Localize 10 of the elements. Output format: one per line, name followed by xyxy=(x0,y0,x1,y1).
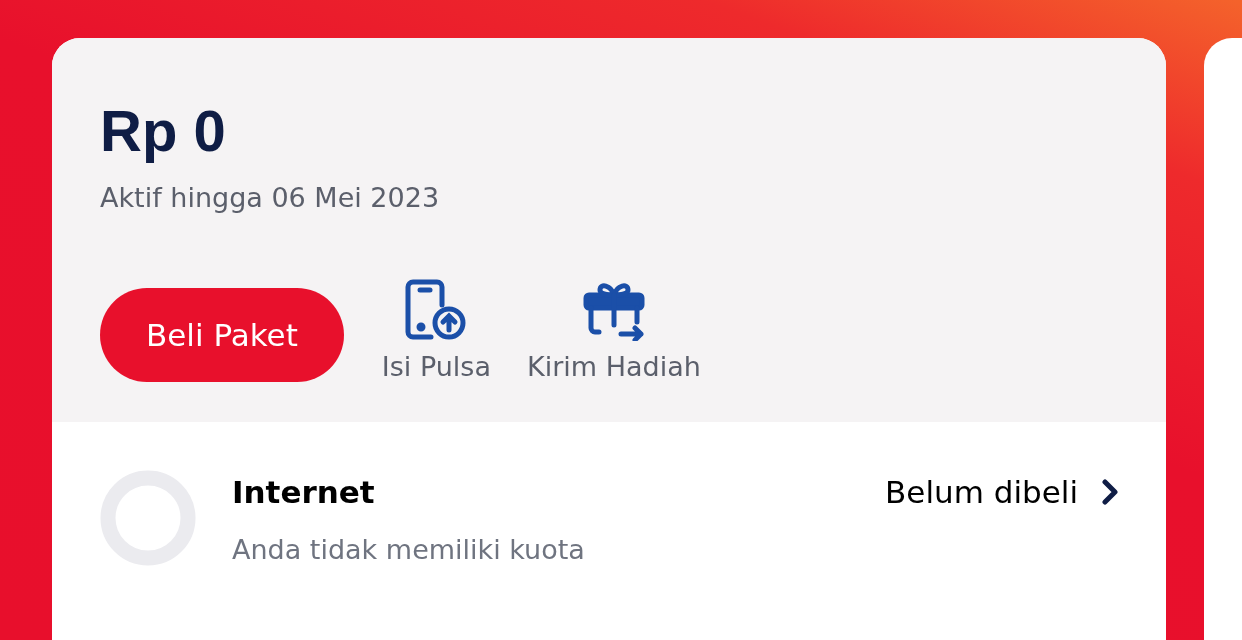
quota-status-link[interactable]: Belum dibeli xyxy=(885,473,1118,510)
action-label[interactable]: Isi Pulsa xyxy=(381,350,491,382)
balance-amount: Rp 0 xyxy=(100,97,227,165)
validity-text: Aktif hingga 06 Mei 2023 xyxy=(100,181,441,213)
buy-package-button[interactable]: Beli Paket xyxy=(100,287,344,382)
quota-title: Internet xyxy=(232,473,376,510)
action-label[interactable]: Kirim Hadiah xyxy=(526,350,701,382)
quota-subtitle: Anda tidak memiliki kuota xyxy=(232,533,586,565)
chevron-right-icon xyxy=(1102,477,1118,506)
phone-upload-icon[interactable] xyxy=(405,278,468,341)
